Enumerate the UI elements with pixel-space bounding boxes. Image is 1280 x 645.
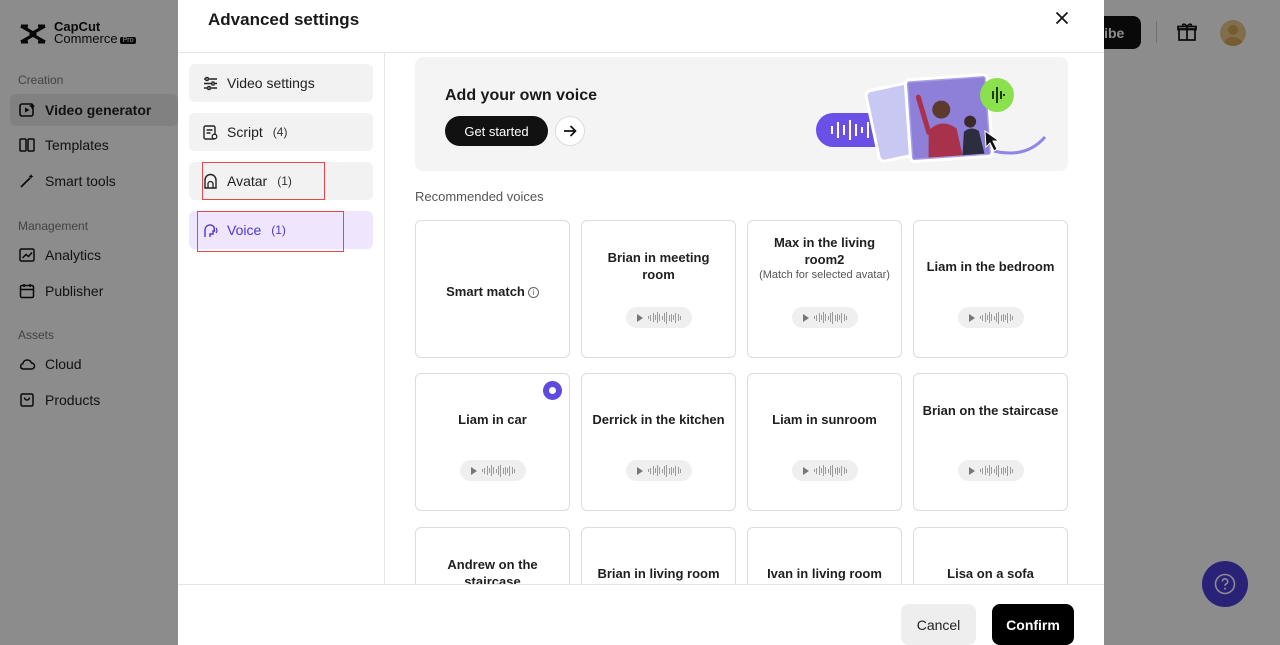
play-icon — [802, 313, 809, 322]
nav-avatar[interactable]: Avatar (1) — [189, 162, 373, 200]
voice-name: Max in the living room2 (Match for select… — [756, 234, 893, 283]
voice-name: Liam in car — [458, 412, 527, 427]
play-preview-button[interactable] — [460, 460, 526, 481]
close-button[interactable] — [1052, 8, 1072, 28]
play-preview-button[interactable] — [626, 307, 692, 328]
voice-name: Liam in the bedroom — [926, 259, 1055, 274]
nav-label: Script — [227, 124, 263, 140]
waveform-icon — [647, 311, 682, 324]
voice-note: (Match for selected avatar) — [759, 269, 890, 281]
voice-card[interactable]: Max in the living room2 (Match for select… — [747, 220, 902, 358]
voice-name: Derrick in the kitchen — [592, 412, 725, 427]
play-preview-button[interactable] — [958, 460, 1024, 481]
nav-count: (4) — [272, 125, 288, 139]
settings-nav: Video settings Script (4) Avatar (1) Voi… — [178, 53, 385, 584]
voice-name: Smart match i — [424, 283, 561, 300]
play-preview-button[interactable] — [792, 460, 858, 481]
voice-card[interactable]: Brian in meeting room — [581, 220, 736, 358]
banner-title: Add your own voice — [445, 87, 598, 104]
voice-banner-illustration — [816, 73, 1047, 164]
voice-card[interactable]: Lisa on a sofa — [913, 527, 1068, 584]
avatar-outline-icon — [204, 173, 217, 189]
voice-name: Brian in living room — [597, 566, 720, 581]
voice-name: Andrew on the staircase — [447, 557, 538, 584]
voice-name: Liam in sunroom — [772, 412, 877, 427]
nav-label: Voice — [227, 222, 262, 238]
script-icon — [203, 124, 218, 140]
arrow-right-icon — [564, 125, 577, 137]
voice-content: Add your own voice Get started Recommend… — [386, 53, 1104, 584]
waveform-icon — [979, 311, 1014, 324]
recommended-voices-label: Recommended voices — [415, 189, 544, 204]
confirm-button[interactable]: Confirm — [992, 604, 1074, 645]
voice-card[interactable]: Liam in the bedroom — [913, 220, 1068, 358]
voice-card-selected[interactable]: Liam in car — [415, 373, 570, 511]
play-icon — [470, 466, 477, 475]
waveform-icon — [647, 464, 682, 477]
sliders-icon — [204, 76, 217, 90]
waveform-icon — [481, 464, 516, 477]
voice-card[interactable]: Brian in living room — [581, 527, 736, 584]
voice-card[interactable]: Brian on the staircase — [913, 373, 1068, 511]
nav-script[interactable]: Script (4) — [189, 113, 373, 151]
nav-video-settings[interactable]: Video settings — [189, 64, 373, 102]
voice-name: Ivan in living room — [767, 566, 882, 581]
voice-card-smart-match[interactable]: Smart match i — [415, 220, 570, 358]
voice-name: Lisa on a sofa — [947, 566, 1034, 581]
play-preview-button[interactable] — [626, 460, 692, 481]
selected-radio[interactable] — [543, 381, 562, 400]
voice-card[interactable]: Liam in sunroom — [747, 373, 902, 511]
arrow-button[interactable] — [555, 116, 585, 146]
voice-name-text: Smart match — [446, 284, 525, 299]
nav-count: (1) — [277, 174, 292, 188]
close-icon — [1055, 11, 1069, 25]
voice-card[interactable]: Ivan in living room — [747, 527, 902, 584]
nav-voice[interactable]: Voice (1) — [189, 211, 373, 249]
nav-label: Avatar — [227, 173, 268, 189]
nav-label: Video settings — [227, 75, 315, 91]
play-icon — [802, 466, 809, 475]
play-icon — [968, 466, 975, 475]
cancel-button[interactable]: Cancel — [901, 604, 976, 645]
waveform-icon — [813, 464, 848, 477]
modal-title: Advanced settings — [208, 10, 360, 29]
play-preview-button[interactable] — [958, 307, 1024, 328]
play-preview-button[interactable] — [792, 307, 858, 328]
modal-footer: Cancel Confirm — [178, 584, 1104, 645]
voice-name: Brian on the staircase — [922, 403, 1059, 418]
voice-name-text: Max in the living room2 — [773, 235, 876, 267]
play-icon — [636, 466, 643, 475]
waveform-icon — [979, 464, 1014, 477]
get-started-button[interactable]: Get started — [445, 116, 548, 146]
voice-head-icon — [204, 223, 218, 237]
voice-name: Brian in meeting room — [607, 250, 710, 282]
voice-card[interactable]: Andrew on the staircase — [415, 527, 570, 584]
advanced-settings-modal: Advanced settings Video settings Script … — [178, 0, 1104, 645]
nav-count: (1) — [271, 223, 286, 237]
add-voice-banner: Add your own voice Get started — [415, 57, 1068, 171]
modal-header: Advanced settings — [178, 0, 1104, 53]
voice-card[interactable]: Derrick in the kitchen — [581, 373, 736, 511]
play-icon — [636, 313, 643, 322]
waveform-icon — [813, 311, 848, 324]
play-icon — [968, 313, 975, 322]
info-icon[interactable]: i — [527, 287, 539, 298]
